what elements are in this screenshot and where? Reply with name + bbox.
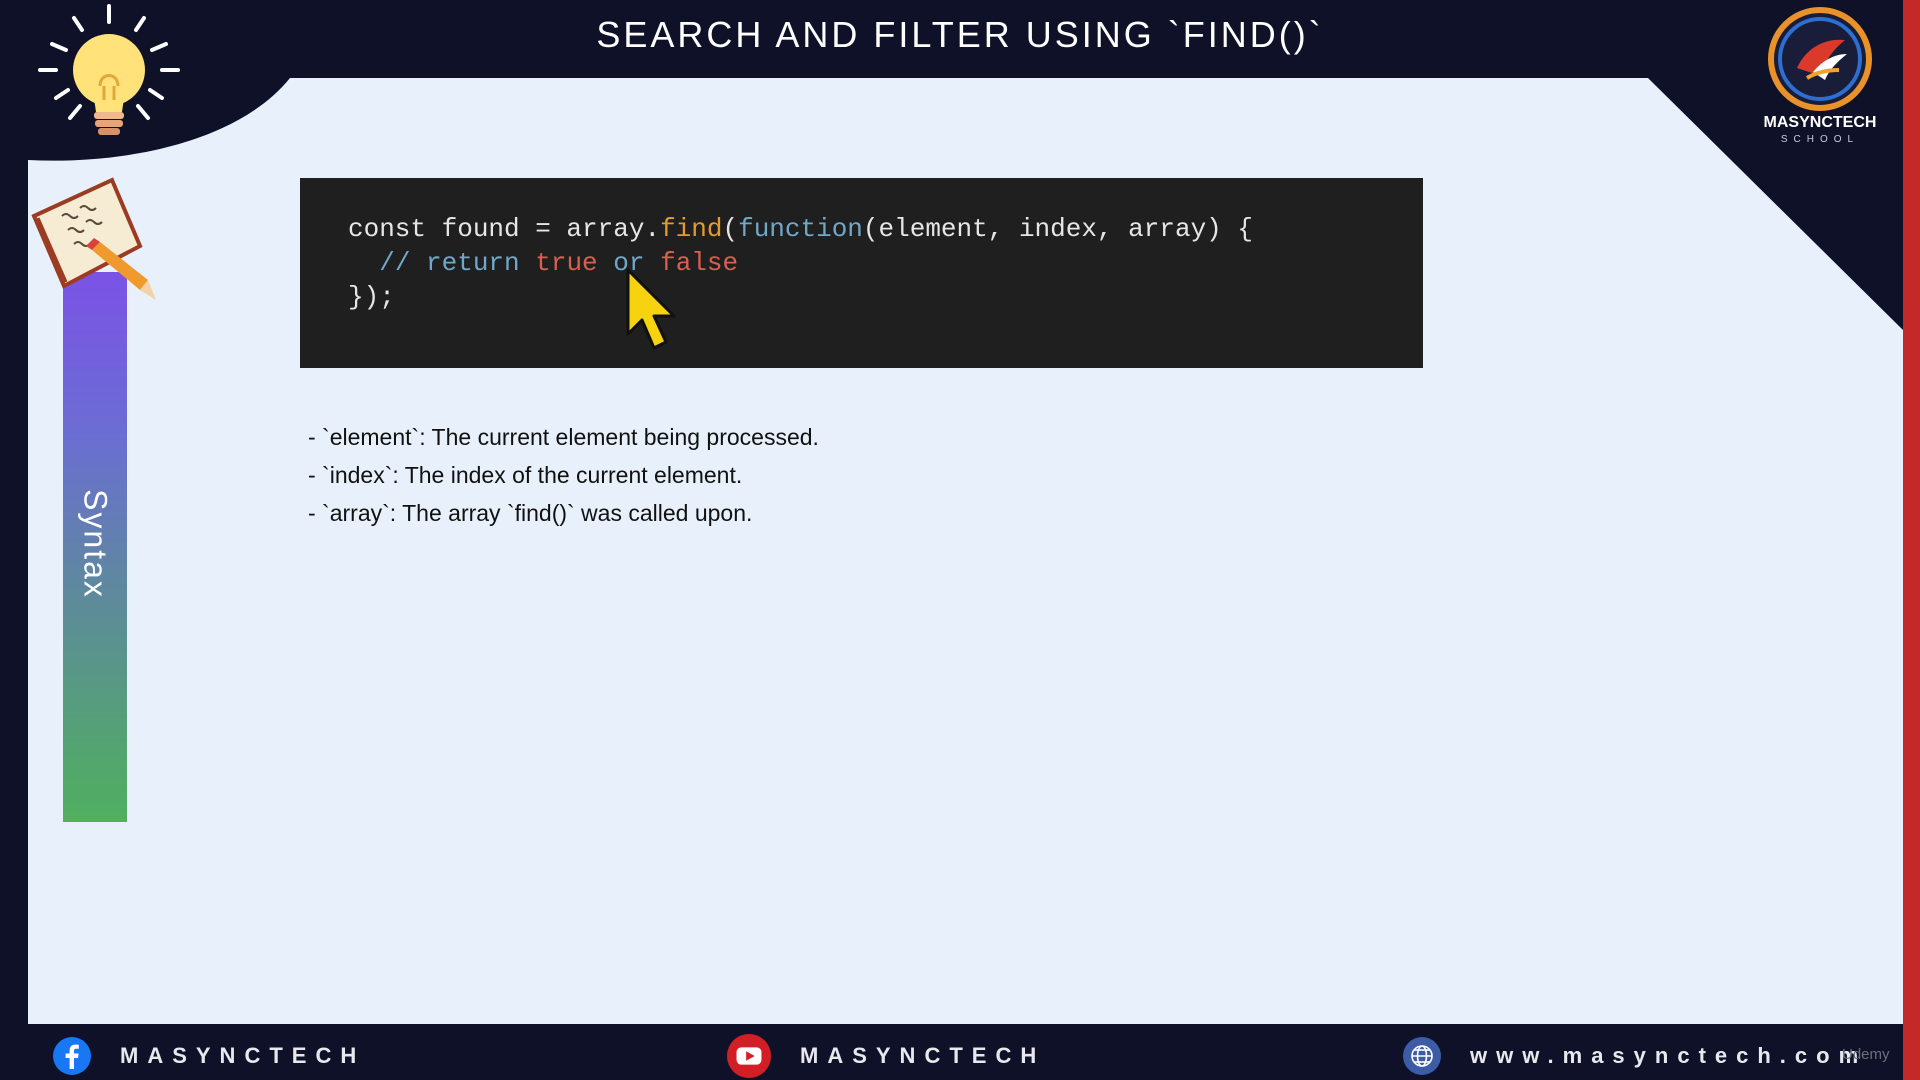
- list-item: - `element`: The current element being p…: [308, 424, 819, 450]
- list-item: - `index`: The index of the current elem…: [308, 462, 743, 488]
- code-token-true: true: [535, 248, 598, 278]
- code-token-method: find: [660, 214, 723, 244]
- website-label: www.masynctech.com: [1470, 1043, 1868, 1068]
- right-accent-stripe: [1903, 0, 1920, 1080]
- slide-title: SEARCH AND FILTER USING `FIND()`: [596, 14, 1324, 55]
- facebook-label: MASYNCTECH: [120, 1043, 366, 1068]
- slide-background: [0, 0, 1920, 1080]
- udemy-watermark: Udemy: [1842, 1046, 1890, 1063]
- facebook-icon: [53, 1037, 91, 1075]
- youtube-label: MASYNCTECH: [800, 1043, 1046, 1068]
- code-token-text: (element, index, array) {: [862, 214, 1253, 244]
- code-token-comment: // return: [379, 248, 536, 278]
- code-token-text: (: [722, 214, 739, 244]
- facebook-link[interactable]: MASYNCTECH: [52, 1034, 365, 1078]
- parameter-list: - `element`: The current element being p…: [308, 418, 819, 532]
- masynctech-logo: MASYNCTECH SCHOOL: [1755, 6, 1885, 156]
- notebook-pencil-icon: [31, 177, 156, 300]
- code-line-3: });: [348, 282, 395, 312]
- website-link[interactable]: www.masynctech.com: [1402, 1034, 1867, 1078]
- list-item: - `array`: The array `find()` was called…: [308, 500, 753, 526]
- globe-icon: [1403, 1037, 1441, 1075]
- code-token-text: const found = array.: [348, 214, 661, 244]
- lightbulb-icon: [38, 4, 180, 135]
- code-line-2: // return true or false: [348, 246, 1423, 280]
- code-block: const found = array.find(function(elemen…: [300, 178, 1423, 368]
- code-line-1: const found = array.find(function(elemen…: [348, 212, 1423, 246]
- youtube-link[interactable]: MASYNCTECH: [726, 1033, 1046, 1079]
- logo-emblem-icon: [1768, 7, 1872, 111]
- youtube-icon: [726, 1033, 772, 1079]
- logo-name: MASYNCTECH: [1763, 114, 1877, 131]
- section-label: Syntax: [77, 489, 114, 599]
- mouse-cursor-icon: [626, 268, 676, 350]
- code-token-keyword: function: [738, 214, 863, 244]
- logo-subtitle: SCHOOL: [1780, 134, 1860, 145]
- code-token-indent: [348, 248, 379, 278]
